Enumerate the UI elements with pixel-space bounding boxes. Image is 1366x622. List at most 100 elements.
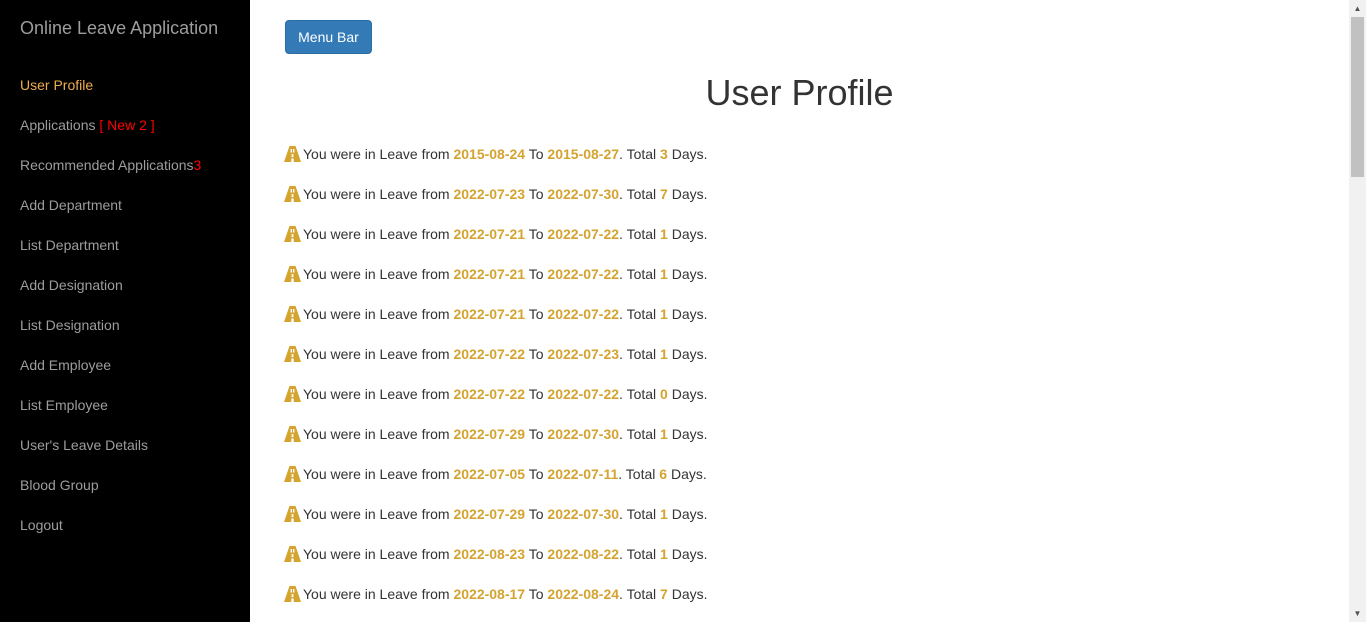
scroll-thumb[interactable] — [1351, 17, 1364, 177]
leave-prefix: You were in Leave from — [303, 386, 450, 402]
vertical-scrollbar[interactable]: ▲ ▼ — [1349, 0, 1366, 622]
leave-row: You were in Leave from 2022-07-29 To 202… — [284, 502, 1284, 542]
sidebar-item-recommended-applications[interactable]: Recommended Applications3 — [0, 145, 250, 185]
leave-total-label: . Total — [619, 306, 657, 322]
leave-prefix: You were in Leave from — [303, 346, 450, 362]
leave-total-label: . Total — [619, 506, 657, 522]
leave-row: You were in Leave from 2022-08-23 To 202… — [284, 542, 1284, 582]
scroll-down-arrow-icon[interactable]: ▼ — [1349, 605, 1366, 622]
leave-from-date: 2022-07-23 — [453, 186, 526, 202]
sidebar-item-label: Add Employee — [20, 357, 112, 373]
leave-days-label: Days. — [671, 226, 708, 242]
sidebar-item-logout[interactable]: Logout — [0, 505, 250, 545]
leave-row: You were in Leave from 2022-08-17 To 202… — [284, 582, 1284, 622]
leave-to-date: 2022-07-30 — [547, 506, 620, 522]
leave-to-label: To — [528, 426, 544, 442]
leave-days-label: Days. — [670, 466, 707, 482]
leave-row: You were in Leave from 2022-07-21 To 202… — [284, 222, 1284, 262]
leave-prefix: You were in Leave from — [303, 426, 450, 442]
leave-from-date: 2022-07-22 — [453, 346, 526, 362]
menu-bar-button[interactable]: Menu Bar — [285, 20, 372, 54]
leave-to-label: To — [528, 266, 544, 282]
leave-total-days: 3 — [660, 146, 668, 162]
leave-row: You were in Leave from 2022-07-21 To 202… — [284, 302, 1284, 342]
leave-total-label: . Total — [619, 266, 657, 282]
leave-total-days: 1 — [660, 266, 668, 282]
sidebar-item-add-department[interactable]: Add Department — [0, 185, 250, 225]
leave-to-date: 2022-07-30 — [547, 426, 620, 442]
leave-days-label: Days. — [671, 306, 708, 322]
sidebar-nav: User Profile Applications [ New 2 ] Reco… — [0, 65, 250, 545]
sidebar-item-add-designation[interactable]: Add Designation — [0, 265, 250, 305]
leave-from-date: 2015-08-24 — [453, 146, 526, 162]
leave-from-date: 2022-07-29 — [453, 506, 526, 522]
road-warning-icon — [284, 385, 301, 402]
leave-total-days: 1 — [660, 346, 668, 362]
sidebar-item-label: Add Designation — [20, 277, 123, 293]
leave-to-date: 2022-07-11 — [547, 466, 619, 482]
leave-total-days: 0 — [660, 386, 668, 402]
leave-to-label: To — [528, 586, 544, 602]
leave-total-days: 1 — [660, 506, 668, 522]
sidebar-item-applications[interactable]: Applications [ New 2 ] — [0, 105, 250, 145]
leave-from-date: 2022-07-21 — [453, 266, 526, 282]
leave-to-date: 2022-08-22 — [547, 546, 620, 562]
leave-to-date: 2022-07-23 — [547, 346, 620, 362]
leave-to-date: 2022-07-22 — [547, 266, 620, 282]
road-warning-icon — [284, 345, 301, 362]
road-warning-icon — [284, 465, 301, 482]
leave-prefix: You were in Leave from — [303, 466, 450, 482]
sidebar-item-label: Logout — [20, 517, 63, 533]
leave-total-days: 1 — [660, 546, 668, 562]
leave-to-label: To — [528, 146, 544, 162]
leave-from-date: 2022-07-29 — [453, 426, 526, 442]
brand-title: Online Leave Application — [20, 18, 219, 38]
leave-total-label: . Total — [619, 346, 657, 362]
leave-total-days: 1 — [660, 306, 668, 322]
leave-to-label: To — [528, 506, 544, 522]
sidebar-item-label: Applications — [20, 117, 96, 133]
leave-prefix: You were in Leave from — [303, 266, 450, 282]
sidebar-item-users-leave-details[interactable]: User's Leave Details — [0, 425, 250, 465]
sidebar-item-label: List Department — [20, 237, 119, 253]
leave-to-date: 2022-07-22 — [547, 306, 620, 322]
leave-total-days: 7 — [660, 586, 668, 602]
leave-row: You were in Leave from 2022-07-22 To 202… — [284, 342, 1284, 382]
leave-total-label: . Total — [618, 466, 656, 482]
sidebar-item-label: Add Department — [20, 197, 122, 213]
leave-row: You were in Leave from 2022-07-29 To 202… — [284, 422, 1284, 462]
sidebar-item-label: Recommended Applications — [20, 157, 194, 173]
leave-days-label: Days. — [671, 546, 708, 562]
road-warning-icon — [284, 585, 301, 602]
leave-total-days: 1 — [660, 426, 668, 442]
leave-from-date: 2022-07-21 — [453, 226, 526, 242]
leave-to-date: 2022-07-30 — [547, 186, 620, 202]
leave-days-label: Days. — [671, 346, 708, 362]
leave-to-label: To — [528, 546, 544, 562]
sidebar-item-add-employee[interactable]: Add Employee — [0, 345, 250, 385]
leave-days-label: Days. — [671, 186, 708, 202]
leave-days-label: Days. — [671, 426, 708, 442]
road-warning-icon — [284, 145, 301, 162]
sidebar-item-list-designation[interactable]: List Designation — [0, 305, 250, 345]
leave-total-days: 1 — [660, 226, 668, 242]
leave-from-date: 2022-08-23 — [453, 546, 526, 562]
sidebar-item-list-department[interactable]: List Department — [0, 225, 250, 265]
sidebar-item-user-profile[interactable]: User Profile — [0, 65, 250, 105]
leave-to-label: To — [528, 466, 544, 482]
sidebar-item-label: User Profile — [20, 77, 94, 93]
leave-total-label: . Total — [619, 586, 657, 602]
leave-days-label: Days. — [671, 146, 708, 162]
leave-prefix: You were in Leave from — [303, 586, 450, 602]
leave-prefix: You were in Leave from — [303, 306, 450, 322]
road-warning-icon — [284, 545, 301, 562]
leave-total-days: 7 — [660, 186, 668, 202]
main-content: Menu Bar User Profile You were in Leave … — [250, 0, 1349, 622]
sidebar-item-blood-group[interactable]: Blood Group — [0, 465, 250, 505]
leave-to-label: To — [528, 186, 544, 202]
leave-total-label: . Total — [619, 386, 657, 402]
sidebar-item-list-employee[interactable]: List Employee — [0, 385, 250, 425]
scroll-up-arrow-icon[interactable]: ▲ — [1349, 0, 1366, 17]
leave-to-label: To — [528, 226, 544, 242]
sidebar: Online Leave Application User Profile Ap… — [0, 0, 250, 622]
